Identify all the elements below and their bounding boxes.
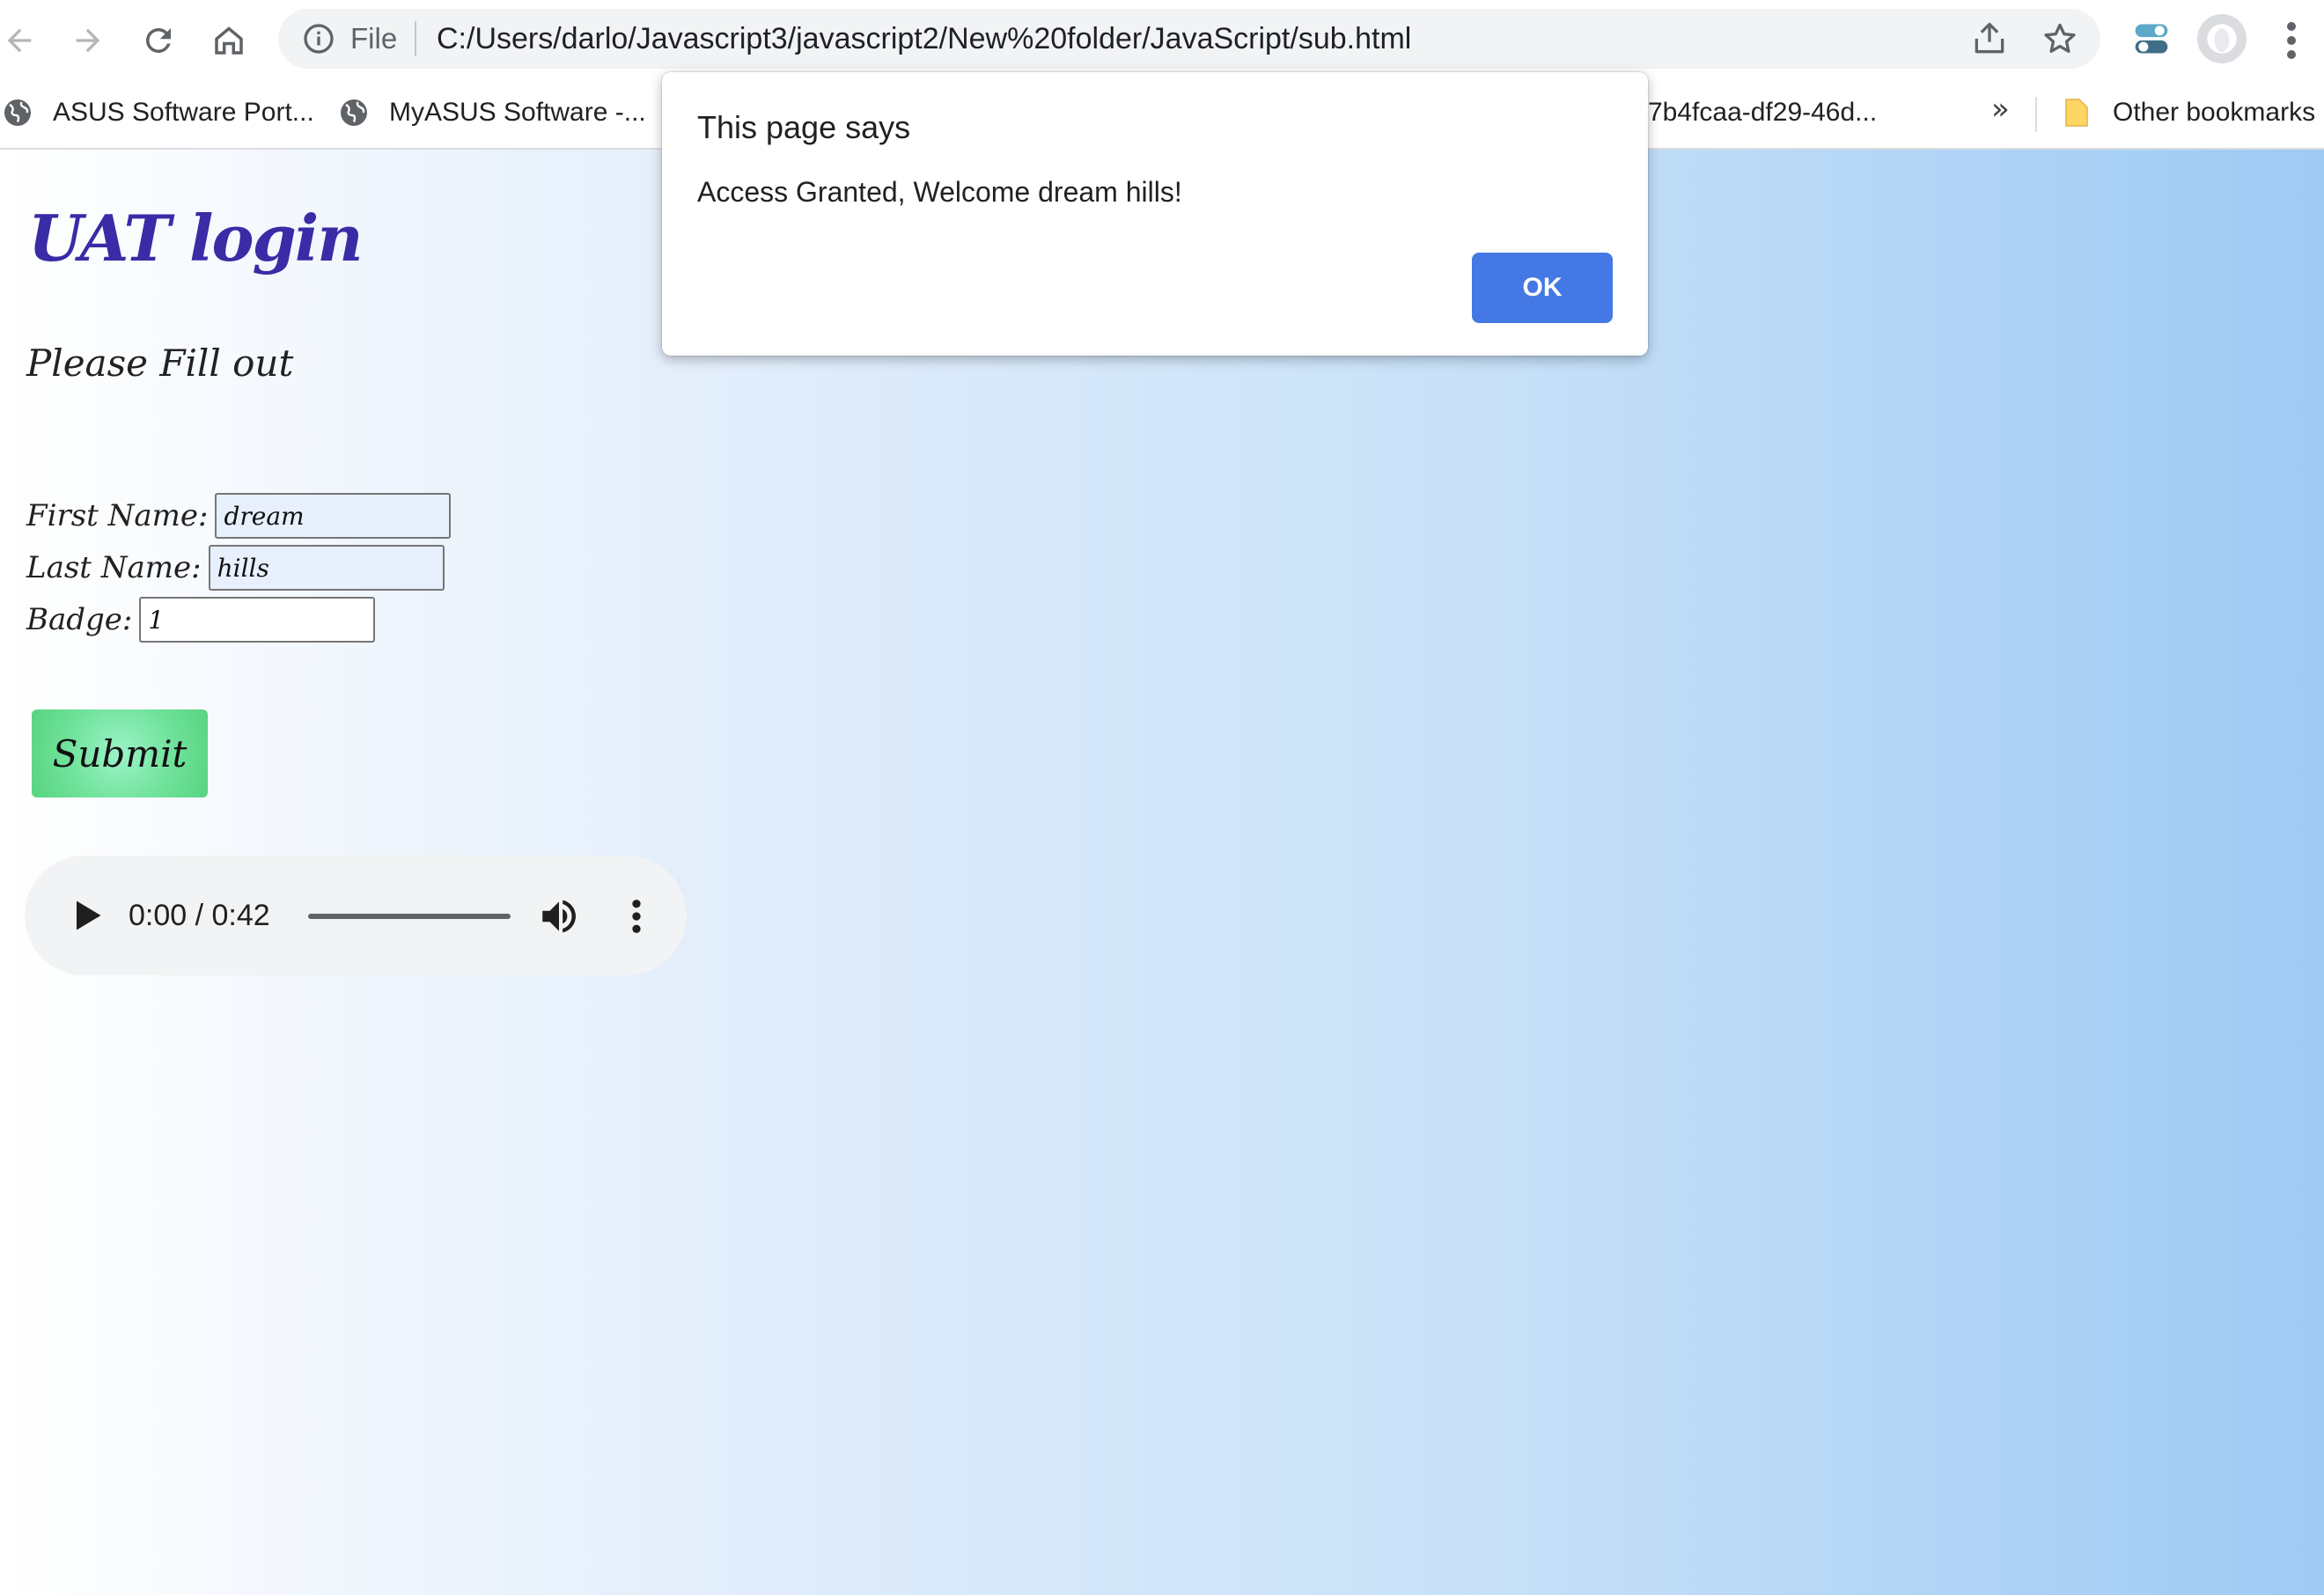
- browser-toolbar: File C:/Users/darlo/Javascript3/javascri…: [0, 0, 2324, 79]
- badge-row: Badge:: [26, 594, 376, 645]
- other-bookmarks-label: Other bookmarks: [2113, 98, 2316, 127]
- badge-input[interactable]: [139, 597, 376, 643]
- page-subtitle: Please Fill out: [26, 342, 294, 385]
- extension-icon[interactable]: [2132, 19, 2171, 58]
- play-icon[interactable]: [67, 896, 106, 935]
- last-name-label: Last Name:: [26, 550, 202, 585]
- bookmark-item[interactable]: 7b4fcaa-df29-46d...: [1648, 90, 1877, 136]
- reload-icon: [145, 27, 171, 53]
- address-bar[interactable]: File C:/Users/darlo/Javascript3/javascri…: [278, 9, 2100, 69]
- audio-time: 0:00 / 0:42: [129, 899, 270, 932]
- back-arrow-icon: [7, 28, 32, 53]
- person-icon: [2207, 24, 2237, 54]
- first-name-label: First Name:: [26, 498, 209, 533]
- bookmark-label: MyASUS Software -...: [389, 98, 646, 127]
- bookmark-label: 7b4fcaa-df29-46d...: [1648, 98, 1878, 127]
- ok-button[interactable]: OK: [1472, 253, 1613, 323]
- bookmark-item[interactable]: MyASUS Software -...: [338, 90, 646, 136]
- page-title: UAT login: [28, 201, 364, 276]
- bookmarks-overflow-button[interactable]: »: [1991, 92, 2010, 127]
- audio-progress-slider[interactable]: [308, 914, 511, 919]
- last-name-input[interactable]: [208, 545, 445, 591]
- folder-icon: [2065, 99, 2088, 127]
- bookmark-label: ASUS Software Port...: [53, 98, 314, 127]
- audio-player: 0:00 / 0:42: [25, 856, 687, 975]
- globe-icon: [4, 99, 31, 126]
- share-icon[interactable]: [1970, 19, 2009, 58]
- last-name-row: Last Name:: [26, 542, 445, 593]
- bookmarks-divider: [2035, 97, 2037, 132]
- first-name-row: First Name:: [26, 490, 452, 541]
- dialog-message: Access Granted, Welcome dream hills!: [697, 176, 1182, 208]
- first-name-input[interactable]: [215, 493, 452, 539]
- bookmark-item[interactable]: ASUS Software Port...: [2, 90, 314, 136]
- page-content: UAT login Please Fill out First Name: La…: [0, 150, 2324, 1595]
- forward-button[interactable]: [63, 16, 113, 65]
- dialog-title: This page says: [697, 109, 911, 145]
- volume-icon[interactable]: [537, 894, 581, 938]
- scheme-label: File: [350, 22, 398, 55]
- submit-button[interactable]: Submit: [32, 709, 208, 798]
- address-divider: [415, 21, 416, 56]
- bookmark-star-icon[interactable]: [2041, 19, 2079, 58]
- badge-label: Badge:: [26, 602, 133, 637]
- more-options-icon[interactable]: [623, 894, 650, 938]
- home-icon: [215, 26, 243, 55]
- url-text[interactable]: C:/Users/darlo/Javascript3/javascript2/N…: [437, 19, 1411, 58]
- alert-dialog: This page says Access Granted, Welcome d…: [662, 72, 1648, 356]
- forward-arrow-icon: [76, 28, 100, 53]
- profile-avatar[interactable]: [2197, 14, 2247, 63]
- globe-icon: [341, 99, 367, 126]
- home-button[interactable]: [204, 16, 254, 65]
- reload-button[interactable]: [134, 16, 183, 65]
- info-icon[interactable]: [301, 21, 336, 56]
- kebab-menu-icon[interactable]: [2269, 16, 2313, 65]
- back-button[interactable]: [0, 16, 44, 65]
- other-bookmarks-button[interactable]: Other bookmarks: [2063, 90, 2315, 136]
